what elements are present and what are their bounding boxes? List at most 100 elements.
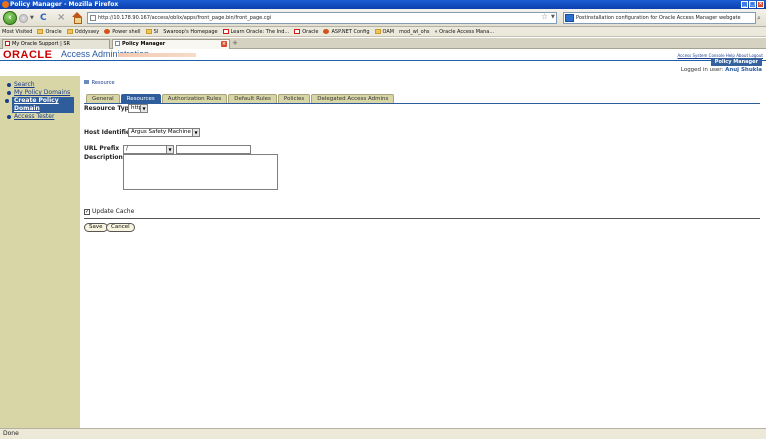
- stop-icon[interactable]: ×: [57, 12, 65, 23]
- bookmark-label: Oracle: [45, 28, 62, 35]
- tab-label: My Oracle Support | SR: [12, 41, 70, 47]
- bookmark-label: Power shell: [112, 28, 141, 35]
- tab-authorization-rules[interactable]: Authorization Rules: [161, 94, 228, 103]
- browser-tabs: My Oracle Support | SR Policy Manager × …: [0, 38, 766, 49]
- dropdown-arrow-icon: ▼: [166, 146, 173, 153]
- page-favicon-icon: [90, 15, 96, 21]
- powershell-icon: [104, 29, 111, 34]
- tab-default-rules[interactable]: Default Rules: [228, 94, 277, 103]
- aspnet-icon: [323, 29, 330, 34]
- url-dropdown-icon[interactable]: ▼: [551, 14, 555, 20]
- bookmark-item[interactable]: Power shell: [104, 28, 141, 35]
- folder-icon: [145, 29, 152, 34]
- bookmark-item[interactable]: Oracle: [37, 28, 62, 35]
- bookmark-item[interactable]: mod_wl_ohs: [399, 29, 429, 35]
- bookmark-star-icon[interactable]: ☆: [541, 12, 548, 21]
- status-text: Done: [3, 430, 19, 437]
- logged-in-label: Logged in user:: [680, 67, 724, 73]
- bookmark-label: Oracle: [302, 28, 319, 35]
- tab-delegated-access-admins[interactable]: Delegated Access Admins: [311, 94, 395, 103]
- form-divider: [84, 218, 760, 219]
- minimize-button[interactable]: _: [741, 1, 748, 8]
- tab-my-oracle-support[interactable]: My Oracle Support | SR: [2, 39, 110, 49]
- oracle-icon: [222, 29, 229, 34]
- search-engine-icon[interactable]: [565, 14, 574, 22]
- page-icon: [115, 41, 120, 46]
- history-dropdown-icon[interactable]: ▼: [30, 15, 34, 21]
- bookmark-item[interactable]: Most Visited: [2, 29, 32, 35]
- bookmark-label: Most Visited: [2, 28, 33, 35]
- bookmark-item[interactable]: Learn Oracle: The Ind...: [222, 28, 290, 35]
- home-icon[interactable]: [72, 12, 82, 24]
- firefox-icon: [2, 1, 9, 8]
- dropdown-arrow-icon: ▼: [140, 105, 147, 112]
- sidebar-item-my-policy-domains[interactable]: My Policy Domains: [7, 89, 76, 97]
- sidebar-nav: Search My Policy Domains Create Policy D…: [5, 81, 76, 121]
- tab-underline: [84, 103, 760, 104]
- sidebar-item-access-tester[interactable]: Access Tester: [7, 113, 76, 121]
- bookmark-label: mod_wl_ohs: [399, 28, 430, 35]
- forward-button[interactable]: ›: [19, 14, 28, 23]
- breadcrumb-label[interactable]: Resource: [92, 80, 115, 86]
- dropdown-arrow-icon: ▼: [192, 129, 199, 136]
- bookmark-item[interactable]: OAM: [374, 28, 395, 35]
- search-icon[interactable]: ⌕: [757, 14, 761, 23]
- close-tab-icon[interactable]: ×: [221, 41, 227, 47]
- window-controls: _ □ ×: [741, 1, 764, 8]
- folder-icon: [66, 29, 73, 34]
- bookmark-label: Learn Oracle: The Ind...: [230, 28, 290, 35]
- status-bar: Done: [0, 428, 766, 439]
- title-decoration: [118, 53, 196, 57]
- url-prefix-input[interactable]: [176, 145, 251, 154]
- tab-policy-manager[interactable]: Policy Manager ×: [112, 39, 230, 49]
- search-box[interactable]: Postinstallation configuration for Oracl…: [563, 12, 756, 24]
- close-window-button[interactable]: ×: [757, 1, 764, 8]
- bookmark-item[interactable]: ASP.NET Config: [323, 29, 370, 35]
- resource-type-label: Resource Type: [84, 105, 133, 112]
- folder-icon: [374, 29, 381, 34]
- bookmark-item[interactable]: Oracle: [294, 29, 318, 35]
- url-prefix-select[interactable]: / ▼: [123, 145, 174, 154]
- bookmark-label: SI: [153, 28, 159, 35]
- bookmark-item[interactable]: Oddyssey: [66, 28, 100, 35]
- tab-policies[interactable]: Policies: [277, 94, 311, 103]
- tab-label: Policy Manager: [122, 41, 166, 47]
- host-identifiers-value: Argus Safety Machine: [131, 129, 191, 135]
- reload-icon[interactable]: C: [40, 13, 47, 23]
- breadcrumb[interactable]: Resource: [84, 80, 115, 86]
- bookmark-label: Oddyssey: [74, 28, 100, 35]
- header-divider: [0, 60, 766, 61]
- url-text: http://10.178.90.167/access/oblix/apps/f…: [98, 15, 272, 21]
- tab-resources[interactable]: Resources: [120, 94, 161, 103]
- bookmark-item[interactable]: Swaroop's Homepage: [163, 29, 217, 35]
- back-button[interactable]: ‹: [3, 11, 17, 25]
- bookmark-item[interactable]: SI: [145, 28, 159, 35]
- cancel-button[interactable]: Cancel: [106, 223, 135, 232]
- new-tab-icon[interactable]: +: [231, 39, 239, 48]
- bookmark-label: OAM: [382, 28, 395, 35]
- host-identifiers-select[interactable]: Argus Safety Machine ▼: [128, 128, 200, 137]
- folder-icon: [37, 29, 44, 34]
- save-button[interactable]: Save: [84, 223, 108, 232]
- url-prefix-label: URL Prefix: [84, 145, 120, 152]
- window-title: Policy Manager - Mozilla Firefox: [10, 1, 119, 8]
- bookmarks-toolbar: Most Visited Oracle Oddyssey Power shell…: [0, 27, 766, 37]
- description-textarea[interactable]: [123, 154, 278, 190]
- update-cache-label: Update Cache: [92, 208, 135, 215]
- policy-domain-tabs: General Resources Authorization Rules De…: [86, 94, 395, 103]
- url-prefix-value: /: [126, 146, 128, 152]
- resource-type-select[interactable]: http ▼: [128, 104, 148, 113]
- url-bar[interactable]: http://10.178.90.167/access/oblix/apps/f…: [87, 12, 557, 24]
- web-page: ORACLE Access Administration Access Syst…: [0, 49, 766, 428]
- bookmark-label: « Oracle Access Mana...: [434, 28, 495, 35]
- sidebar: Search My Policy Domains Create Policy D…: [0, 76, 80, 428]
- update-cache-checkbox[interactable]: ✓: [84, 209, 90, 215]
- window-titlebar: Policy Manager - Mozilla Firefox _ □ ×: [0, 0, 766, 9]
- sidebar-item-search[interactable]: Search: [7, 81, 76, 89]
- sidebar-item-create-policy-domain[interactable]: Create Policy Domain: [5, 97, 74, 113]
- tab-general[interactable]: General: [86, 94, 120, 103]
- policy-manager-button[interactable]: Policy Manager: [710, 58, 762, 66]
- maximize-button[interactable]: □: [749, 1, 756, 8]
- bookmark-item[interactable]: « Oracle Access Mana...: [435, 29, 495, 35]
- oracle-icon: [5, 41, 10, 46]
